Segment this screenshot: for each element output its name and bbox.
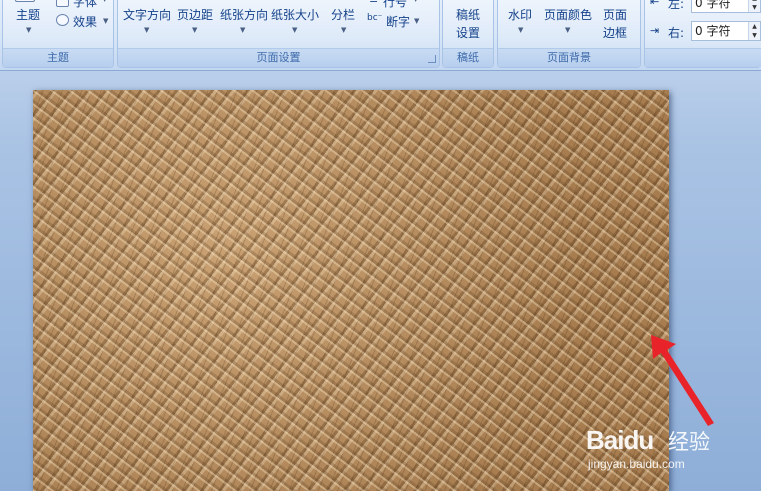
indent-right-value: 0 字符	[695, 24, 731, 38]
red-arrow-annotation	[651, 335, 714, 426]
manuscript-settings-label-1: 稿纸	[456, 8, 481, 22]
font-theme-label: 字体	[73, 0, 98, 9]
text-direction-dropdown-icon: ▼	[144, 26, 150, 34]
effect-theme-dropdown-icon: ▼	[103, 17, 109, 25]
line-numbers-label: 行号	[383, 0, 408, 9]
page-setup-group: 文字方向 ▼ 页边距 ▼ 纸张方向 ▼ 纸张大小 ▼ 分栏 ▼ ≡ 行号 ▼ b…	[117, 0, 440, 68]
indent-left-icon: ⇤	[650, 0, 660, 8]
theme-group: 主题 ▼ 字体 ▼ 效果 ▼ 主题	[2, 0, 114, 68]
manuscript-group-caption: 稿纸	[443, 48, 493, 67]
effect-theme-icon	[56, 14, 69, 26]
page-borders-label-1: 页面	[603, 8, 628, 22]
paper-size-label: 纸张大小	[271, 8, 320, 22]
orientation-dropdown-icon: ▼	[240, 26, 246, 34]
font-theme-icon	[56, 0, 69, 7]
indent-right-label: 右:	[668, 26, 685, 40]
paragraph-group: ⇤ 左: 0 字符 ▲▼ ⇥ 右: 0 字符 ▲▼	[644, 0, 761, 68]
page-borders-label-2: 边框	[603, 26, 628, 40]
theme-icon	[15, 0, 35, 2]
page-color-label: 页面颜色	[544, 8, 593, 22]
indent-right-input[interactable]: 0 字符 ▲ ▼	[691, 21, 761, 41]
theme-group-caption: 主题	[3, 48, 113, 67]
margins-dropdown-icon: ▼	[192, 26, 198, 34]
text-direction-label: 文字方向	[123, 8, 172, 22]
paragraph-group-caption	[645, 48, 761, 67]
effect-theme-label: 效果	[73, 15, 98, 29]
theme-dropdown-icon: ▼	[26, 26, 32, 34]
line-numbers-icon: ≡	[369, 0, 378, 6]
indent-left-spinner-icon[interactable]: ▲▼	[748, 0, 760, 12]
hyphenation-label: 断字	[386, 15, 411, 29]
manuscript-settings-label-2: 设置	[456, 26, 481, 40]
baidu-watermark-title: 经验	[668, 430, 710, 454]
page-setup-group-caption: 页面设置	[118, 48, 439, 67]
font-theme-dropdown-icon: ▼	[102, 0, 107, 3]
hyphenation-icon: bc⁻	[367, 13, 383, 23]
baidu-jingyan-watermark: Baidu 经验 jingyan.baidu.com	[583, 420, 753, 480]
ribbon: 主题 ▼ 字体 ▼ 效果 ▼ 主题 文字方向 ▼ 页边距 ▼ 纸张方向 ▼ 纸张…	[0, 0, 761, 71]
baidu-watermark-url: jingyan.baidu.com	[588, 457, 685, 471]
indent-left-value: 0 字符	[695, 0, 731, 10]
page-setup-dialog-launcher-icon[interactable]	[428, 55, 436, 63]
indent-left-input[interactable]: 0 字符 ▲▼	[691, 0, 761, 13]
orientation-label: 纸张方向	[220, 8, 269, 22]
document-page[interactable]	[33, 90, 669, 491]
indent-left-label: 左:	[668, 0, 685, 11]
paper-size-dropdown-icon: ▼	[292, 26, 298, 34]
watermark-label: 水印	[508, 8, 533, 22]
page-color-dropdown-icon: ▼	[565, 26, 571, 34]
baidu-logo: Baidu	[586, 425, 654, 455]
line-numbers-dropdown-icon: ▼	[413, 0, 418, 3]
columns-label: 分栏	[331, 8, 356, 22]
indent-right-spinner-icon[interactable]: ▲ ▼	[748, 22, 760, 40]
manuscript-group: 稿纸 设置 稿纸	[442, 0, 494, 68]
page-background-group-caption: 页面背景	[498, 48, 640, 67]
hyphenation-dropdown-icon: ▼	[414, 17, 420, 25]
indent-right-icon: ⇥	[650, 24, 660, 37]
watermark-dropdown-icon: ▼	[518, 26, 524, 34]
theme-button-label: 主题	[16, 8, 41, 22]
margins-label: 页边距	[177, 8, 214, 22]
page-background-group: 水印 ▼ 页面颜色 ▼ 页面 边框 页面背景	[497, 0, 641, 68]
columns-dropdown-icon: ▼	[341, 26, 347, 34]
